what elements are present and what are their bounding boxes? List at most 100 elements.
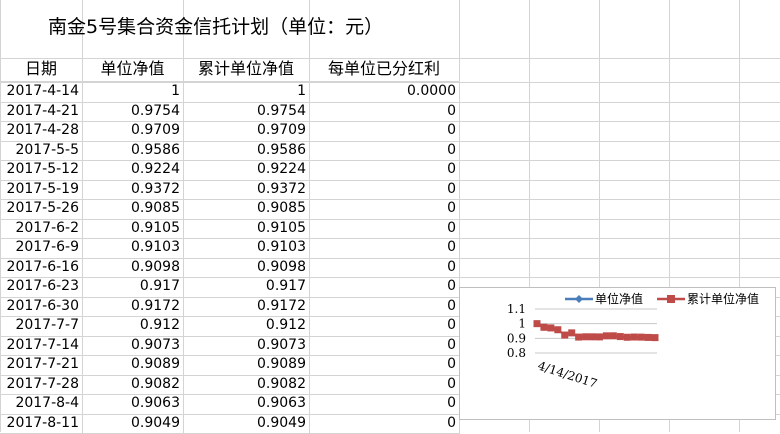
table-cell[interactable]: 0	[309, 121, 460, 142]
table-cell[interactable]: 2017-6-9	[0, 238, 83, 259]
table-cell[interactable]: 0.9098	[82, 258, 184, 279]
table-cell[interactable]: 0.9709	[183, 121, 310, 142]
table-cell[interactable]: 0.9098	[183, 258, 310, 279]
table-cell[interactable]: 0.9709	[82, 121, 184, 142]
table-cell[interactable]: 0.9085	[82, 199, 184, 220]
table-cell[interactable]: 0	[309, 199, 460, 220]
table-cell[interactable]: 0.9073	[183, 336, 310, 357]
table-cell[interactable]: 1	[82, 82, 184, 103]
table-cell[interactable]: 2017-6-30	[0, 297, 83, 318]
data-point	[589, 333, 596, 340]
table-cell[interactable]: 0.912	[183, 316, 310, 337]
y-tick-label: 0.9	[507, 331, 526, 345]
data-point	[534, 320, 541, 327]
table-cell[interactable]: 0.9172	[82, 297, 184, 318]
data-point	[575, 334, 582, 341]
column-header[interactable]: 单位净值	[82, 58, 184, 82]
table-cell[interactable]: 0	[309, 141, 460, 162]
table-cell[interactable]: 2017-5-19	[0, 180, 83, 201]
table-cell[interactable]: 2017-8-11	[0, 414, 83, 434]
table-cell[interactable]: 0.9105	[82, 219, 184, 240]
table-cell[interactable]: 0.9103	[183, 238, 310, 259]
table-cell[interactable]: 0.9372	[183, 180, 310, 201]
column-header[interactable]: 每单位已分红利	[309, 58, 460, 82]
data-point	[561, 332, 568, 339]
table-cell[interactable]: 0.9103	[82, 238, 184, 259]
table-cell[interactable]: 0	[309, 355, 460, 376]
legend-label: 单位净值	[595, 291, 643, 306]
table-cell[interactable]: 1	[183, 82, 310, 103]
table-cell[interactable]: 0	[309, 160, 460, 181]
table-cell[interactable]: 0.9049	[82, 414, 184, 434]
table-cell[interactable]: 0	[309, 277, 460, 298]
table-cell[interactable]: 0.912	[82, 316, 184, 337]
y-tick-label: 1.1	[507, 302, 526, 316]
table-cell[interactable]: 0.9224	[82, 160, 184, 181]
table-cell[interactable]: 0.9105	[183, 219, 310, 240]
table-cell[interactable]: 2017-4-28	[0, 121, 83, 142]
data-point	[582, 333, 589, 340]
table-cell[interactable]: 0.9586	[82, 141, 184, 162]
table-cell[interactable]: 2017-4-21	[0, 102, 83, 123]
legend-label: 累计单位净值	[687, 291, 759, 306]
table-cell[interactable]: 0.9085	[183, 199, 310, 220]
table-cell[interactable]: 0	[309, 102, 460, 123]
table-cell[interactable]: 2017-6-23	[0, 277, 83, 298]
legend-marker	[575, 295, 583, 303]
sheet-title[interactable]: 南金5号集合资金信托计划（单位：元）	[48, 15, 383, 39]
table-cell[interactable]: 0.917	[183, 277, 310, 298]
table-cell[interactable]: 0	[309, 180, 460, 201]
table-cell[interactable]: 0	[309, 414, 460, 434]
table-cell[interactable]: 0.9754	[183, 102, 310, 123]
table-cell[interactable]: 2017-7-7	[0, 316, 83, 337]
table-cell[interactable]: 0.0000	[309, 82, 460, 103]
table-cell[interactable]: 0.9063	[82, 394, 184, 415]
table-cell[interactable]: 0.917	[82, 277, 184, 298]
table-cell[interactable]: 0.9049	[183, 414, 310, 434]
data-point	[638, 334, 645, 341]
table-cell[interactable]: 0	[309, 219, 460, 240]
chart-canvas: 1.110.90.8 4/14/2017 单位净值 累计单位净值	[460, 288, 777, 421]
table-cell[interactable]: 0	[309, 316, 460, 337]
table-cell[interactable]: 0	[309, 336, 460, 357]
table-cell[interactable]: 0	[309, 394, 460, 415]
table-cell[interactable]: 2017-7-21	[0, 355, 83, 376]
table-cell[interactable]: 0.9073	[82, 336, 184, 357]
column-header[interactable]: 日期	[0, 58, 83, 82]
table-cell[interactable]: 2017-5-26	[0, 199, 83, 220]
data-point	[617, 333, 624, 340]
table-cell[interactable]: 0.9372	[82, 180, 184, 201]
column-header[interactable]: 累计单位净值	[183, 58, 310, 82]
spreadsheet: 南金5号集合资金信托计划（单位：元） 日期单位净值累计单位净值每单位已分红利20…	[0, 0, 780, 432]
table-cell[interactable]: 0	[309, 238, 460, 259]
table-cell[interactable]: 0.9063	[183, 394, 310, 415]
table-cell[interactable]: 0	[309, 297, 460, 318]
table-cell[interactable]: 2017-6-2	[0, 219, 83, 240]
data-point	[554, 326, 561, 333]
table-cell[interactable]: 0.9089	[82, 355, 184, 376]
table-cell[interactable]: 2017-7-28	[0, 375, 83, 396]
data-point	[596, 333, 603, 340]
x-tick-label: 4/14/2017	[536, 359, 599, 391]
table-cell[interactable]: 2017-8-4	[0, 394, 83, 415]
table-cell[interactable]: 0	[309, 258, 460, 279]
table-cell[interactable]: 2017-7-14	[0, 336, 83, 357]
table-cell[interactable]: 0.9224	[183, 160, 310, 181]
nav-chart[interactable]: 1.110.90.8 4/14/2017 单位净值 累计单位净值	[459, 287, 776, 420]
table-cell[interactable]: 0.9172	[183, 297, 310, 318]
table-cell[interactable]: 2017-5-5	[0, 141, 83, 162]
table-cell[interactable]: 0.9082	[82, 375, 184, 396]
data-point	[631, 334, 638, 341]
data-point	[652, 334, 659, 341]
table-cell[interactable]: 0.9754	[82, 102, 184, 123]
table-cell[interactable]: 0.9089	[183, 355, 310, 376]
y-tick-label: 1	[518, 317, 526, 331]
table-cell[interactable]: 2017-5-12	[0, 160, 83, 181]
table-cell[interactable]: 0	[309, 375, 460, 396]
table-cell[interactable]: 2017-4-14	[0, 82, 83, 103]
y-tick-label: 0.8	[507, 346, 526, 360]
table-cell[interactable]: 2017-6-16	[0, 258, 83, 279]
data-point	[540, 324, 547, 331]
table-cell[interactable]: 0.9586	[183, 141, 310, 162]
table-cell[interactable]: 0.9082	[183, 375, 310, 396]
